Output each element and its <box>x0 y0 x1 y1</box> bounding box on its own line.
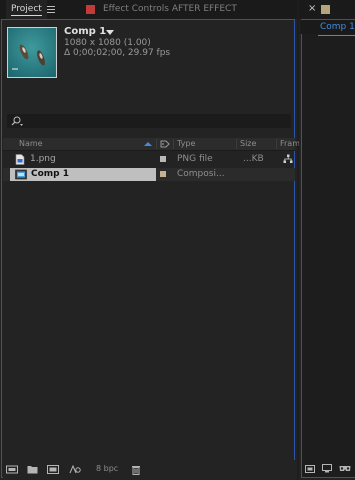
interpret-footage-icon[interactable] <box>6 465 18 474</box>
close-icon[interactable]: × <box>308 4 316 14</box>
new-composition-icon[interactable] <box>47 465 59 474</box>
list-item[interactable]: 1.png PNG file ...KB <box>3 153 295 166</box>
project-panel-frame <box>1 19 295 478</box>
composition-icon <box>15 169 27 180</box>
label-color-swatch[interactable] <box>160 156 166 162</box>
label-color-swatch[interactable] <box>160 171 166 177</box>
tab-active-underline <box>11 15 42 16</box>
monitor-icon[interactable] <box>322 464 332 473</box>
project-footer: 8 bpc <box>3 460 295 478</box>
item-name: 1.png <box>30 154 56 164</box>
tab-effect-controls[interactable]: Effect Controls AFTER EFFECT <box>103 0 237 19</box>
column-divider <box>236 139 237 149</box>
column-size[interactable]: Size <box>240 138 256 150</box>
snapshot-icon[interactable] <box>305 464 315 473</box>
color-settings-icon[interactable] <box>69 464 81 474</box>
column-type[interactable]: Type <box>177 138 195 150</box>
comp-name[interactable]: Comp 1 <box>64 26 106 37</box>
comp-thumbnail <box>7 27 57 78</box>
search-input[interactable] <box>7 114 291 128</box>
column-header: Name Type Size Fram <box>3 138 300 151</box>
new-folder-icon[interactable] <box>27 465 38 474</box>
comp-viewer-tab-label[interactable]: Comp 1 <box>320 22 355 33</box>
tab-project-label: Project <box>11 4 42 14</box>
lock-icon[interactable] <box>321 5 330 14</box>
tab-project[interactable]: Project <box>6 0 47 19</box>
trash-icon[interactable] <box>131 465 142 475</box>
sort-ascending-icon[interactable] <box>144 142 152 146</box>
item-name: Comp 1 <box>31 169 70 179</box>
bit-depth-label[interactable]: 8 bpc <box>96 464 118 474</box>
column-divider <box>173 139 174 149</box>
label-tag-icon[interactable] <box>160 140 170 148</box>
item-type: Composi... <box>177 169 225 179</box>
column-divider <box>156 139 157 149</box>
comp-dimensions: 1080 x 1080 (1.00) <box>64 38 151 48</box>
composition-panel-frame <box>301 19 355 478</box>
column-frame[interactable]: Fram <box>280 138 300 150</box>
comp-viewer-tab-underline <box>318 35 355 36</box>
panel-menu-icon[interactable] <box>47 6 55 13</box>
comp-duration: Δ 0;00;02;00, 29.97 fps <box>64 48 171 58</box>
list-item[interactable]: Comp 1 Composi... <box>3 168 295 181</box>
item-size: ...KB <box>243 154 264 164</box>
footage-hierarchy-icon <box>283 154 293 164</box>
search-icon <box>11 116 23 126</box>
column-name[interactable]: Name <box>19 138 43 150</box>
image-file-icon <box>15 154 25 165</box>
3d-glasses-icon[interactable] <box>339 464 351 473</box>
lock-icon[interactable] <box>86 5 95 14</box>
column-divider <box>276 139 277 149</box>
item-type: PNG file <box>177 154 213 164</box>
comp-dropdown-icon[interactable] <box>106 30 114 35</box>
